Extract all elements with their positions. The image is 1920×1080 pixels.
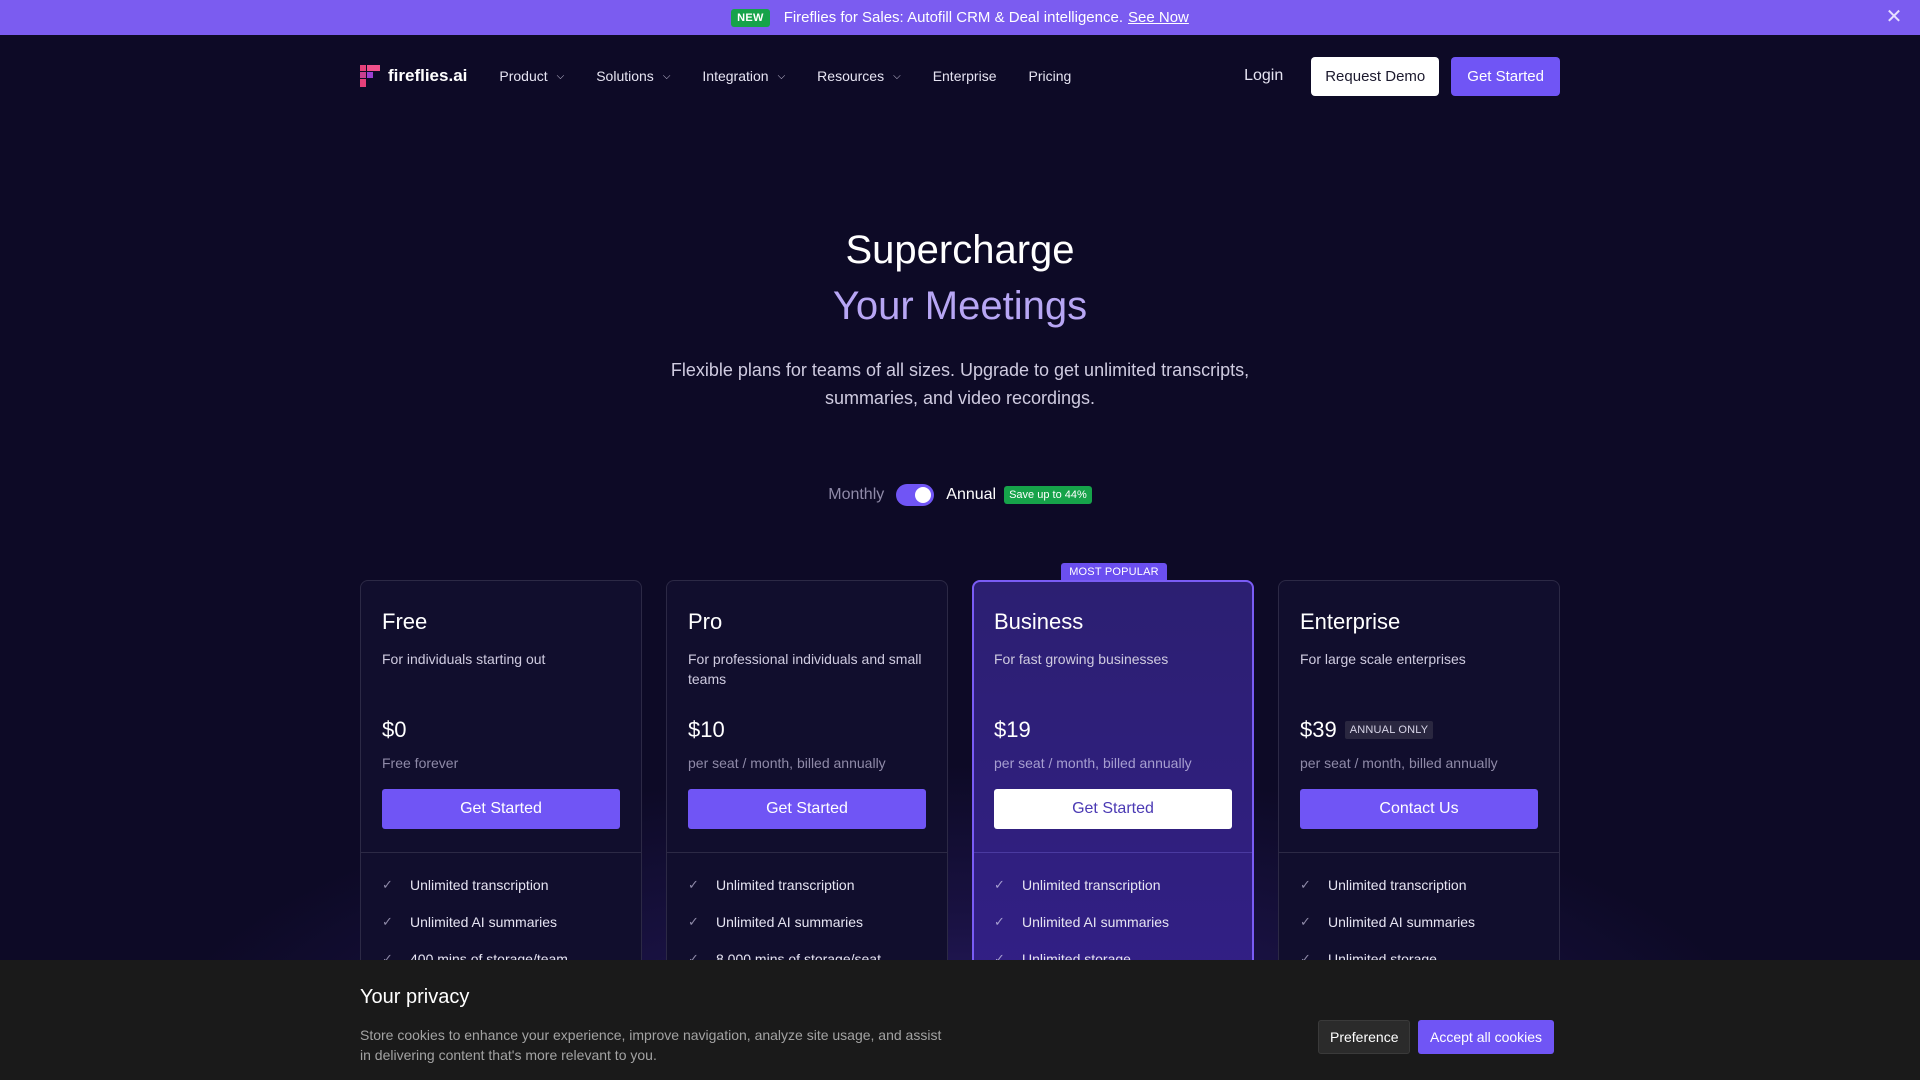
feature-item: ✓ Unlimited transcription xyxy=(1300,875,1538,895)
cookie-banner: Your privacy Store cookies to enhance yo… xyxy=(0,960,1920,1080)
plan-name: Enterprise xyxy=(1300,609,1401,634)
plan-price: $19 xyxy=(994,717,1031,742)
feature-item: ✓ Unlimited AI summaries xyxy=(1300,912,1538,932)
feature-item: ✓ Unlimited AI summaries xyxy=(382,912,620,932)
plan-description: For professional individuals and small t… xyxy=(688,651,922,687)
announcement-text: Fireflies for Sales: Autofill CRM & Deal… xyxy=(783,9,1123,26)
plan-cta-button[interactable]: Get Started xyxy=(994,789,1232,829)
plan-price: $10 xyxy=(688,717,725,742)
most-popular-tag: MOST POPULAR xyxy=(1061,563,1167,581)
check-icon: ✓ xyxy=(688,914,699,929)
cookie-title: Your privacy xyxy=(360,986,470,1008)
check-icon: ✓ xyxy=(1300,914,1311,929)
plan-period: Free forever xyxy=(382,755,459,771)
plan-card-free: Free For individuals starting out $0 Fre… xyxy=(360,580,642,1000)
plan-description: For fast growing businesses xyxy=(994,651,1169,667)
check-icon: ✓ xyxy=(382,877,393,892)
plan-card-pro: Pro For professional individuals and sma… xyxy=(666,580,948,1000)
main-nav: fireflies.ai Product ⌵ Solutions ⌵ Integ… xyxy=(360,56,1560,96)
feature-list: ✓ Unlimited transcription ✓ Unlimited AI s… xyxy=(1279,853,1559,969)
feature-item: ✓ Unlimited AI summaries xyxy=(688,912,926,932)
feature-text: Unlimited AI summaries xyxy=(410,914,558,930)
cookie-text: Store cookies to enhance your experience… xyxy=(360,1027,942,1063)
plan-cta-button[interactable]: Get Started xyxy=(382,789,620,829)
nav-integration-label: Integration xyxy=(702,68,769,84)
plan-name: Business xyxy=(994,609,1084,634)
logo[interactable]: fireflies.ai xyxy=(360,65,467,87)
see-now-link[interactable]: See Now xyxy=(1128,9,1189,26)
nav-pricing-label: Pricing xyxy=(1028,68,1072,84)
contact-us-button[interactable]: Contact Us xyxy=(1300,789,1538,829)
annual-only-badge: ANNUAL ONLY xyxy=(1344,721,1434,739)
accept-cookies-button[interactable]: Accept all cookies xyxy=(1418,1020,1555,1054)
request-demo-button[interactable]: Request Demo xyxy=(1311,56,1440,96)
check-icon: ✓ xyxy=(994,877,1005,892)
nav-product-label: Product xyxy=(499,68,548,84)
plan-name: Pro xyxy=(688,609,723,634)
plan-name: Free xyxy=(382,609,428,634)
feature-text: Unlimited transcription xyxy=(410,877,549,893)
get-started-button[interactable]: Get Started xyxy=(1451,56,1560,96)
feature-item: ✓ Unlimited transcription xyxy=(382,875,620,895)
nav-resources-label: Resources xyxy=(817,68,885,84)
billing-toggle: Monthly Annual Save up to 44% xyxy=(0,484,1920,506)
nav-solutions-label: Solutions xyxy=(596,68,654,84)
feature-list: ✓ Unlimited transcription ✓ Unlimited AI s… xyxy=(361,853,641,969)
feature-list: ✓ Unlimited transcription ✓ Unlimited AI s… xyxy=(667,853,947,969)
feature-text: Unlimited AI summaries xyxy=(1022,914,1170,930)
feature-item: ✓ Unlimited transcription xyxy=(994,875,1231,895)
billing-switch[interactable] xyxy=(896,484,935,506)
check-icon: ✓ xyxy=(1300,877,1311,892)
feature-text: Unlimited AI summaries xyxy=(1328,914,1476,930)
switch-knob xyxy=(915,487,932,503)
chevron-down-icon: ⌵ xyxy=(556,70,565,82)
plan-period: per seat / month, billed annually xyxy=(1300,755,1498,771)
monthly-label[interactable]: Monthly xyxy=(828,486,884,504)
plan-price: $39 xyxy=(1300,717,1337,742)
nav-pricing[interactable]: Pricing xyxy=(1029,68,1072,84)
feature-item: ✓ Unlimited transcription xyxy=(688,875,926,895)
nav-integration[interactable]: Integration ⌵ xyxy=(702,68,785,84)
plan-price: $0 xyxy=(382,717,407,742)
feature-text: Unlimited transcription xyxy=(1328,877,1467,893)
annual-label[interactable]: Annual xyxy=(946,486,996,504)
background-glow xyxy=(0,35,1920,1080)
plan-period: per seat / month, billed annually xyxy=(688,755,886,771)
chevron-down-icon: ⌵ xyxy=(777,70,786,82)
nav-actions: Login Request Demo Get Started xyxy=(1244,56,1560,96)
plan-description: For individuals starting out xyxy=(382,651,546,667)
preference-button[interactable]: Preference xyxy=(1318,1020,1411,1054)
feature-text: Unlimited transcription xyxy=(1022,877,1161,893)
nav-product[interactable]: Product ⌵ xyxy=(499,68,564,84)
fireflies-logo-icon xyxy=(360,65,380,87)
check-icon: ✓ xyxy=(994,914,1005,929)
nav-enterprise-label: Enterprise xyxy=(932,68,997,84)
brand-name: fireflies.ai xyxy=(388,66,468,85)
plan-card-business: Business For fast growing businesses $19… xyxy=(972,580,1254,1000)
new-badge: NEW xyxy=(731,8,770,27)
plan-card-enterprise: Enterprise For large scale enterprises $… xyxy=(1278,580,1560,1000)
hero-subtitle: Flexible plans for teams of all sizes. U… xyxy=(670,360,1250,408)
feature-list: ✓ Unlimited transcription ✓ Unlimited AI s… xyxy=(974,853,1252,969)
login-link[interactable]: Login xyxy=(1244,67,1283,85)
check-icon: ✓ xyxy=(382,914,393,929)
plan-cta-button[interactable]: Get Started xyxy=(688,789,926,829)
close-icon[interactable]: ✕ xyxy=(1884,7,1904,27)
feature-text: Unlimited AI summaries xyxy=(716,914,864,930)
nav-resources[interactable]: Resources ⌵ xyxy=(817,68,901,84)
hero-title-line2: Your Meetings xyxy=(832,284,1088,328)
plan-period: per seat / month, billed annually xyxy=(994,755,1192,771)
feature-text: Unlimited transcription xyxy=(716,877,855,893)
check-icon: ✓ xyxy=(688,877,699,892)
hero-title-line1: Supercharge xyxy=(845,228,1075,272)
chevron-down-icon: ⌵ xyxy=(893,70,901,82)
chevron-down-icon: ⌵ xyxy=(662,70,671,82)
nav-solutions[interactable]: Solutions ⌵ xyxy=(596,68,670,84)
save-badge: Save up to 44% xyxy=(1004,486,1092,504)
nav-enterprise[interactable]: Enterprise xyxy=(933,68,997,84)
plan-description: For large scale enterprises xyxy=(1300,651,1466,667)
announcement-bar: NEW Fireflies for Sales: Autofill CRM & … xyxy=(0,0,1920,35)
feature-item: ✓ Unlimited AI summaries xyxy=(994,912,1231,932)
